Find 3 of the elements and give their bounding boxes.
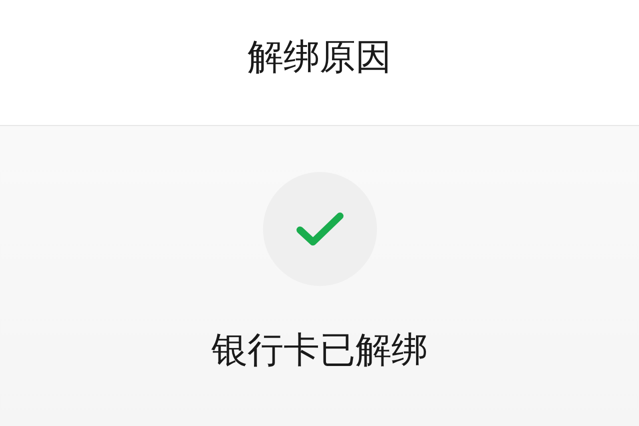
page-title: 解绑原因 bbox=[248, 36, 392, 80]
status-message: 银行卡已解绑 bbox=[212, 329, 428, 373]
check-icon bbox=[262, 172, 376, 286]
